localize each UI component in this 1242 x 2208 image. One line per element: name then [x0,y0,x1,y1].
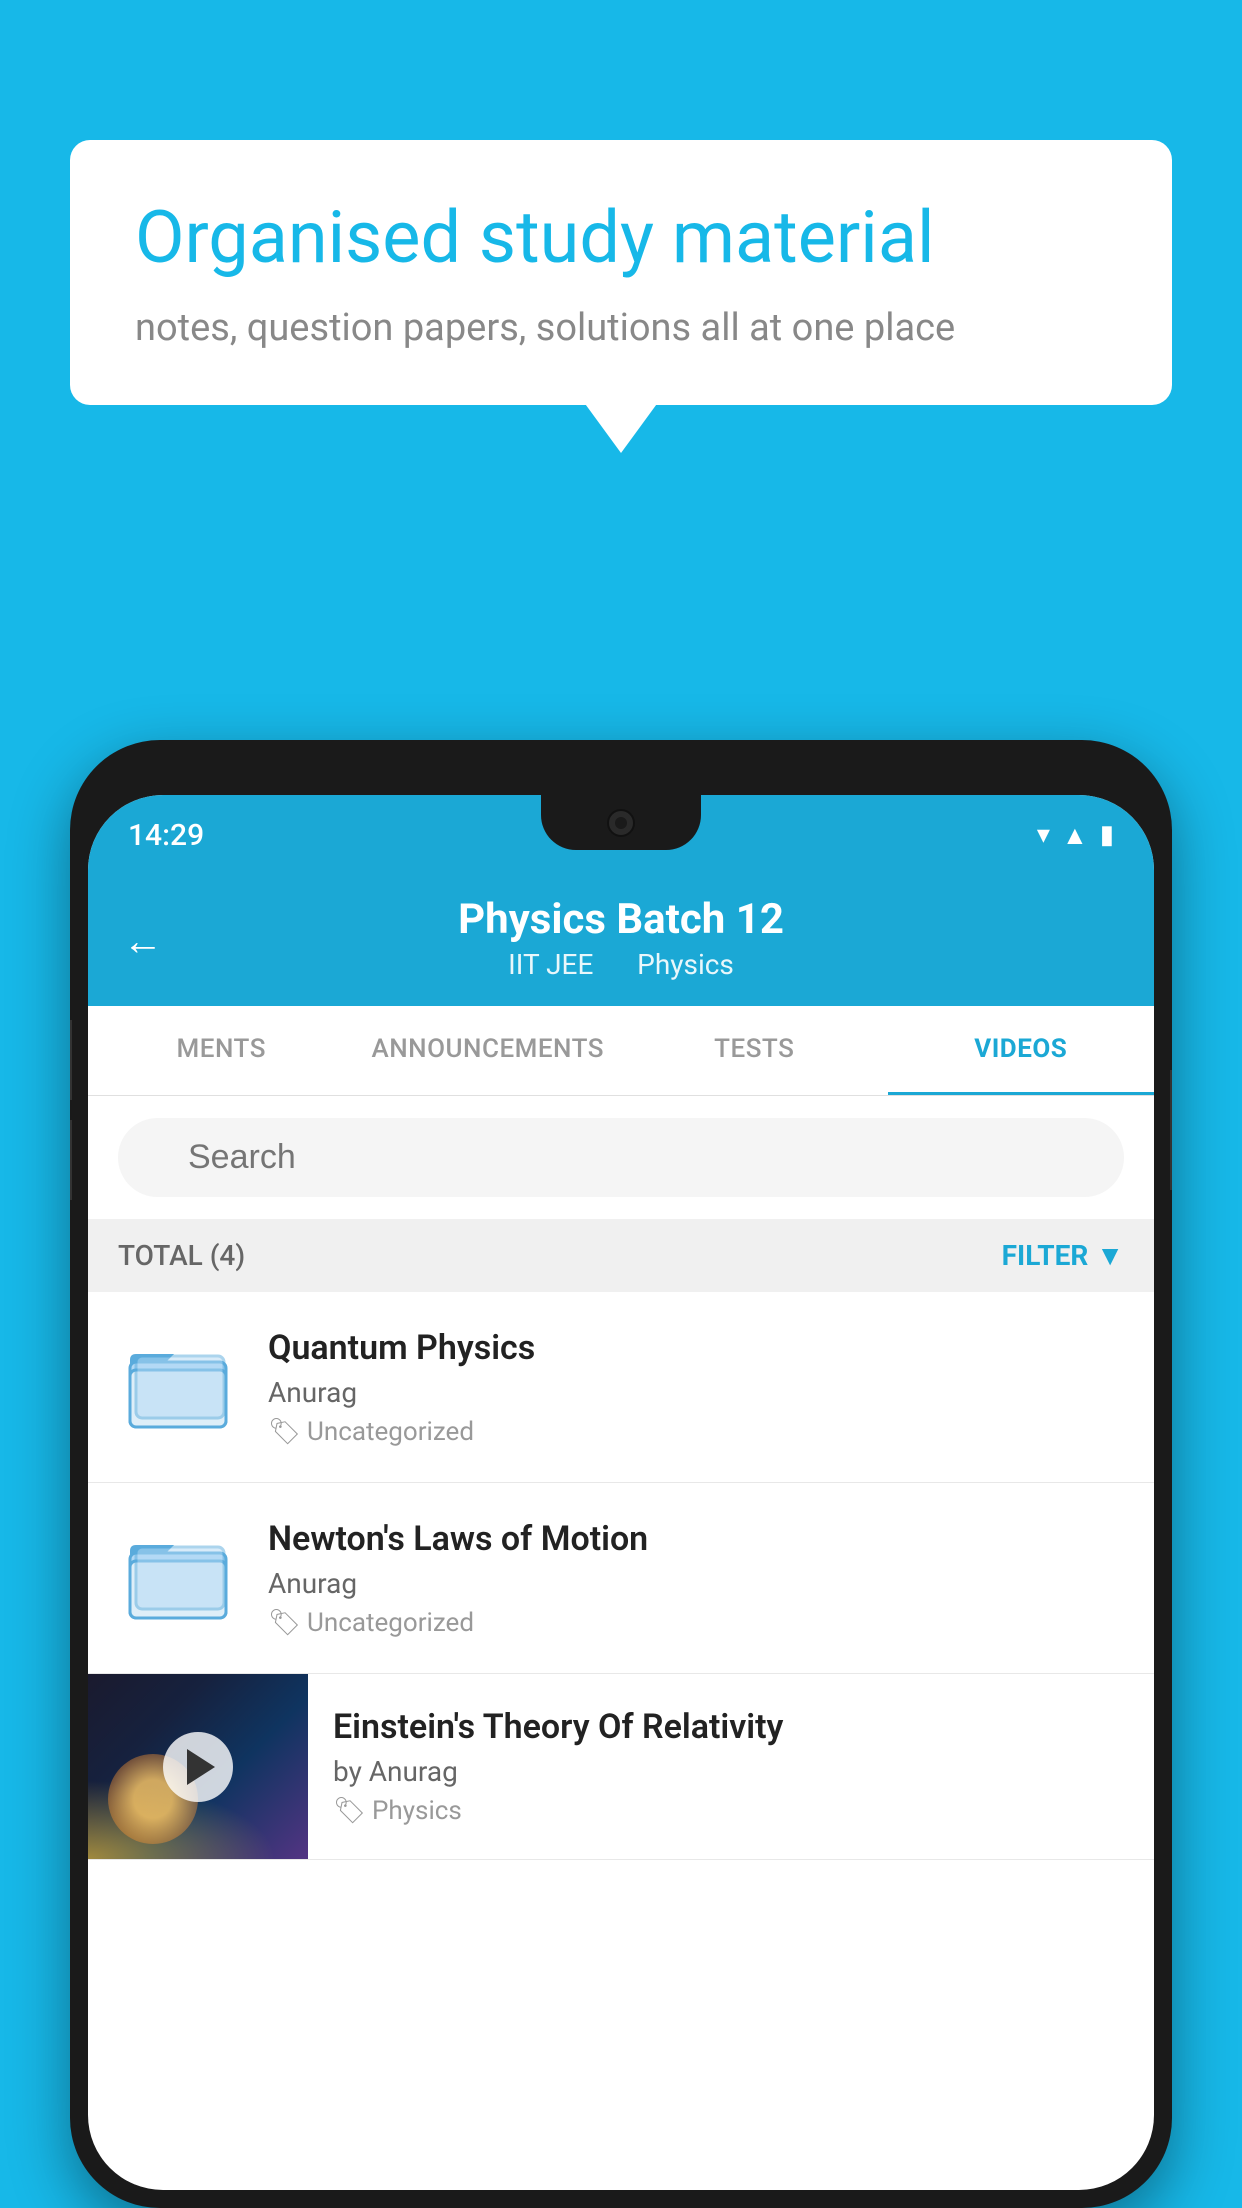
video-title-2: Newton's Laws of Motion [268,1519,1124,1559]
filter-bar: TOTAL (4) FILTER ▼ [88,1219,1154,1292]
back-button[interactable]: ← [123,917,163,964]
notch [541,795,701,850]
tab-tests[interactable]: TESTS [621,1006,888,1095]
list-item[interactable]: Einstein's Theory Of Relativity by Anura… [88,1674,1154,1860]
play-triangle-icon [187,1749,215,1785]
video-info-2: Newton's Laws of Motion Anurag 🏷 Uncateg… [268,1519,1124,1638]
bubble-subtitle: notes, question papers, solutions all at… [135,306,1107,350]
bubble-title: Organised study material [135,195,1107,281]
tab-ments[interactable]: MENTS [88,1006,355,1095]
total-count-label: TOTAL (4) [118,1239,245,1272]
video-tag-2: 🏷 Uncategorized [268,1608,1124,1638]
play-button-3[interactable] [163,1732,233,1802]
power-button [1170,1070,1172,1190]
battery-icon: ▮ [1100,820,1114,850]
folder-thumbnail-1 [118,1327,238,1447]
video-list: Quantum Physics Anurag 🏷 Uncategorized [88,1292,1154,1860]
speech-bubble-container: Organised study material notes, question… [70,140,1172,405]
video-author-3: by Anurag [333,1755,1129,1788]
volume-up-button [70,1020,72,1100]
list-item[interactable]: Newton's Laws of Motion Anurag 🏷 Uncateg… [88,1483,1154,1674]
folder-thumbnail-2 [118,1518,238,1638]
filter-button[interactable]: FILTER ▼ [1002,1239,1124,1272]
video-info-1: Quantum Physics Anurag 🏷 Uncategorized [268,1328,1124,1447]
tag-icon-3: 🏷 [333,1796,366,1826]
search-container: 🔍 [88,1096,1154,1219]
header-title: Physics Batch 12 [128,895,1114,944]
video-author-2: Anurag [268,1567,1124,1600]
phone-frame: 14:29 ▾ ▲ ▮ ← Physics Batch 12 IIT JEE P… [70,740,1172,2208]
video-author-1: Anurag [268,1376,1124,1409]
status-time: 14:29 [128,818,204,853]
video-title-1: Quantum Physics [268,1328,1124,1368]
video-tag-3: 🏷 Physics [333,1796,1129,1826]
header-dot [608,948,622,981]
video-tag-1: 🏷 Uncategorized [268,1417,1124,1447]
search-wrapper: 🔍 [118,1118,1124,1197]
video-title-3: Einstein's Theory Of Relativity [333,1707,1129,1747]
camera-icon [607,809,635,837]
phone-screen: 14:29 ▾ ▲ ▮ ← Physics Batch 12 IIT JEE P… [88,795,1154,2190]
search-input[interactable] [118,1118,1124,1197]
tab-announcements[interactable]: ANNOUNCEMENTS [355,1006,622,1095]
wifi-icon: ▾ [1037,820,1050,850]
folder-icon [128,1533,228,1623]
filter-label: FILTER [1002,1239,1089,1272]
folder-icon [128,1342,228,1432]
subtitle-physics: Physics [637,948,734,981]
volume-down-button [70,1120,72,1200]
video-info-3: Einstein's Theory Of Relativity by Anura… [308,1682,1154,1851]
list-item[interactable]: Quantum Physics Anurag 🏷 Uncategorized [88,1292,1154,1483]
status-icons: ▾ ▲ ▮ [1037,820,1114,851]
tag-icon-1: 🏷 [268,1417,301,1447]
signal-icon: ▲ [1062,820,1088,851]
subtitle-iitjee: IIT JEE [508,948,593,981]
video-thumbnail-3 [88,1674,308,1859]
filter-icon: ▼ [1096,1239,1124,1272]
speech-bubble: Organised study material notes, question… [70,140,1172,405]
tab-videos[interactable]: VIDEOS [888,1006,1155,1095]
tag-icon-2: 🏷 [268,1608,301,1638]
tabs-container: MENTS ANNOUNCEMENTS TESTS VIDEOS [88,1006,1154,1096]
app-header: ← Physics Batch 12 IIT JEE Physics [88,875,1154,1006]
header-subtitle: IIT JEE Physics [128,948,1114,981]
